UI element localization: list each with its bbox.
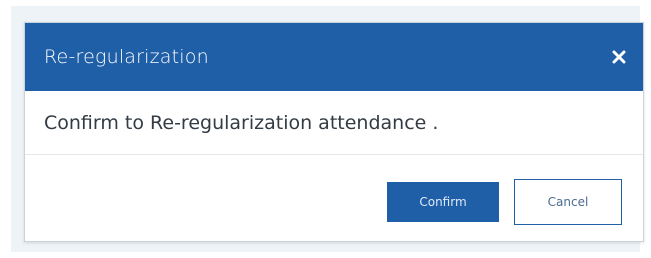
dialog-footer: Confirm Cancel	[25, 155, 643, 241]
re-regularization-dialog: Re-regularization Confirm to Re-regulari…	[24, 22, 644, 242]
dialog-title: Re-regularization	[44, 46, 209, 68]
dialog-message: Confirm to Re-regularization attendance …	[44, 111, 439, 134]
dialog-body: Confirm to Re-regularization attendance …	[25, 91, 643, 155]
cancel-button[interactable]: Cancel	[514, 178, 622, 225]
dialog-header: Re-regularization	[25, 23, 643, 91]
close-icon[interactable]	[609, 47, 629, 67]
confirm-button[interactable]: Confirm	[387, 181, 499, 222]
